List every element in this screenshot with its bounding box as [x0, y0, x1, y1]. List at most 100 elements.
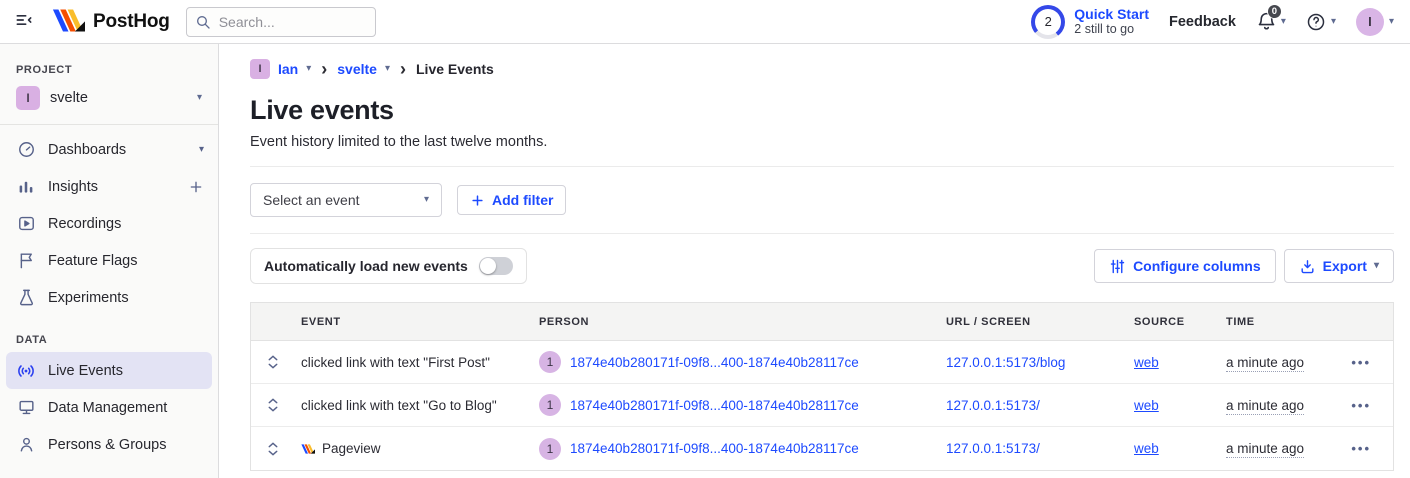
sidebar-item-dashboards[interactable]: Dashboards ▾ — [0, 131, 218, 168]
url-link[interactable]: 127.0.0.1:5173/ — [946, 441, 1040, 456]
person-avatar: 1 — [539, 351, 561, 373]
breadcrumb: I Ian ▾ › svelte ▾ › Live Events — [250, 58, 1394, 80]
posthog-logo[interactable]: PostHog — [52, 9, 170, 35]
recordings-play-icon — [16, 214, 36, 233]
page-subtitle: Event history limited to the last twelve… — [250, 134, 1394, 150]
collapse-menu-icon — [14, 10, 34, 33]
breadcrumb-project-link[interactable]: svelte — [337, 61, 377, 77]
row-more-actions-button[interactable]: ••• — [1351, 398, 1371, 413]
autoload-events-control: Automatically load new events — [250, 248, 527, 284]
row-more-actions-button[interactable]: ••• — [1351, 355, 1371, 370]
quick-start-subtitle: 2 still to go — [1074, 22, 1149, 37]
flask-icon — [16, 288, 36, 307]
add-filter-label: Add filter — [492, 192, 553, 208]
sidebar-item-label: Recordings — [48, 216, 121, 232]
person-link[interactable]: 1874e40b280171f-09f8...400-1874e40b28117… — [570, 355, 859, 370]
quick-start-count: 2 — [1035, 9, 1061, 35]
sidebar-item-label: Live Events — [48, 363, 123, 379]
live-events-table: EVENT PERSON URL / SCREEN SOURCE TIME cl… — [250, 302, 1394, 471]
search-input[interactable] — [186, 7, 376, 37]
sidebar-item-feature-flags[interactable]: Feature Flags — [0, 242, 218, 279]
person-link[interactable]: 1874e40b280171f-09f8...400-1874e40b28117… — [570, 398, 859, 413]
autoload-toggle[interactable] — [479, 257, 513, 275]
download-icon — [1299, 258, 1316, 275]
notifications-button[interactable]: 0 ▾ — [1256, 11, 1286, 32]
top-bar: PostHog 2 Quick Start 2 still to go Feed… — [0, 0, 1410, 44]
table-row: Pageview 1 1874e40b280171f-09f8...400-18… — [251, 427, 1393, 470]
org-avatar: I — [250, 59, 270, 79]
help-icon — [1306, 12, 1326, 32]
chevron-down-icon: ▾ — [385, 64, 390, 74]
quick-start-widget[interactable]: 2 Quick Start 2 still to go — [1031, 5, 1149, 39]
row-more-actions-button[interactable]: ••• — [1351, 441, 1371, 456]
configure-columns-label: Configure columns — [1133, 258, 1261, 274]
chevron-down-icon: ▾ — [1331, 17, 1336, 27]
sidebar-item-persons-groups[interactable]: Persons & Groups — [0, 426, 218, 463]
dashboard-gauge-icon — [16, 140, 36, 159]
sidebar-item-experiments[interactable]: Experiments — [0, 279, 218, 316]
monitor-icon — [16, 398, 36, 417]
column-header-url: URL / SCREEN — [936, 316, 1126, 328]
data-section-label: DATA — [0, 326, 218, 352]
breadcrumb-separator: › — [319, 60, 329, 78]
toggle-knob — [480, 258, 496, 274]
sidebar-item-live-events[interactable]: Live Events — [6, 352, 212, 389]
source-link[interactable]: web — [1134, 398, 1159, 413]
content-divider — [250, 166, 1394, 167]
sidebar-item-label: Experiments — [48, 290, 129, 306]
event-select-dropdown[interactable]: Select an event ▾ — [250, 183, 442, 217]
posthog-event-icon — [301, 444, 315, 454]
expand-row-button[interactable] — [265, 442, 281, 456]
sidebar-item-insights[interactable]: Insights — [0, 168, 218, 205]
url-link[interactable]: 127.0.0.1:5173/ — [946, 398, 1040, 413]
chevron-up-icon — [268, 398, 278, 404]
sidebar-item-recordings[interactable]: Recordings — [0, 205, 218, 242]
expand-row-button[interactable] — [265, 398, 281, 412]
export-button[interactable]: Export ▾ — [1284, 249, 1394, 283]
chevron-down-icon — [268, 450, 278, 456]
breadcrumb-separator: › — [398, 60, 408, 78]
page-title: Live events — [250, 95, 1394, 126]
sidebar-divider — [0, 124, 218, 125]
url-link[interactable]: 127.0.0.1:5173/blog — [946, 355, 1065, 370]
chevron-up-icon — [268, 355, 278, 361]
project-name: svelte — [50, 90, 187, 106]
chevron-down-icon: ▾ — [199, 145, 204, 155]
source-link[interactable]: web — [1134, 355, 1159, 370]
column-sliders-icon — [1109, 258, 1126, 275]
brand-name: PostHog — [93, 11, 170, 33]
chevron-down-icon: ▾ — [1374, 261, 1379, 271]
chevron-down-icon: ▾ — [197, 93, 202, 103]
help-menu-button[interactable]: ▾ — [1306, 12, 1336, 32]
filter-row: Select an event ▾ Add filter — [250, 183, 1394, 217]
expand-row-button[interactable] — [265, 355, 281, 369]
feedback-button[interactable]: Feedback — [1169, 14, 1236, 30]
chevron-down-icon: ▾ — [424, 195, 429, 205]
column-header-time: TIME — [1221, 316, 1341, 328]
export-label: Export — [1323, 258, 1367, 274]
breadcrumb-org-link[interactable]: Ian — [278, 61, 298, 77]
event-name: clicked link with text "Go to Blog" — [293, 398, 531, 413]
global-search — [186, 7, 376, 37]
event-time: a minute ago — [1226, 441, 1304, 458]
content-divider — [250, 233, 1394, 234]
new-insight-button[interactable] — [188, 179, 204, 195]
configure-columns-button[interactable]: Configure columns — [1094, 249, 1276, 283]
person-link[interactable]: 1874e40b280171f-09f8...400-1874e40b28117… — [570, 441, 859, 456]
source-link[interactable]: web — [1134, 441, 1159, 456]
chevron-down-icon — [268, 406, 278, 412]
quick-start-progress-ring: 2 — [1031, 5, 1065, 39]
table-row: clicked link with text "First Post" 1 18… — [251, 341, 1393, 384]
collapse-sidebar-button[interactable] — [10, 6, 38, 37]
table-controls-row: Automatically load new events Configure … — [250, 248, 1394, 284]
sidebar-item-label: Feature Flags — [48, 253, 137, 269]
add-filter-button[interactable]: Add filter — [457, 185, 566, 215]
project-switcher[interactable]: I svelte ▾ — [0, 82, 218, 122]
sidebar-item-label: Dashboards — [48, 142, 126, 158]
search-icon — [195, 14, 211, 30]
user-menu-button[interactable]: I ▾ — [1356, 8, 1394, 36]
chevron-down-icon: ▾ — [1389, 17, 1394, 27]
column-header-source: SOURCE — [1126, 316, 1221, 328]
sidebar-item-data-management[interactable]: Data Management — [0, 389, 218, 426]
event-time: a minute ago — [1226, 398, 1304, 415]
